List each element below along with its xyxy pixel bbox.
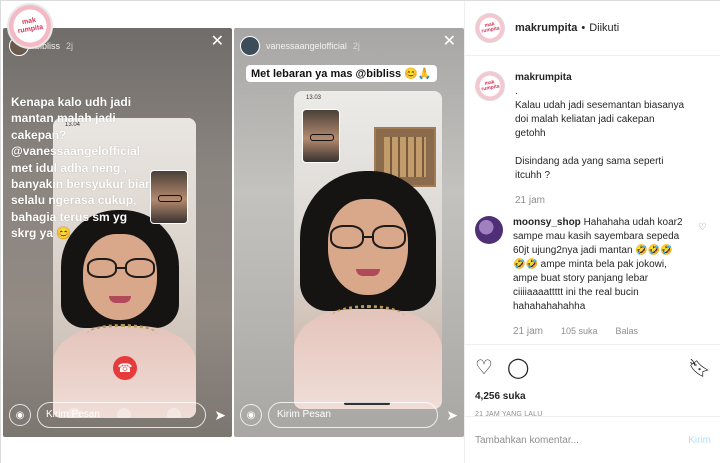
story-sticker-text: Met lebaran ya mas @bibliss 😊🙏 bbox=[246, 65, 437, 82]
reply-button[interactable]: Balas bbox=[616, 326, 639, 337]
avatar[interactable] bbox=[475, 216, 503, 244]
comment-likes[interactable]: 105 suka bbox=[561, 326, 598, 337]
comment-input[interactable] bbox=[475, 435, 689, 446]
story-header: vanessaangelofficial 2j bbox=[240, 36, 360, 56]
avatar[interactable]: mak rumpita bbox=[475, 13, 505, 43]
pip-video bbox=[150, 170, 188, 224]
avatar[interactable]: mak rumpita bbox=[475, 71, 505, 101]
close-icon: ✕ bbox=[210, 33, 224, 50]
story-reply-bar: ◉ Kirim Pesan ➤ bbox=[240, 401, 458, 429]
story-reply-field: Kirim Pesan bbox=[37, 402, 207, 428]
makrumpita-watermark-logo: mak rumpita bbox=[7, 3, 53, 49]
header-username[interactable]: makrumpita bbox=[515, 22, 577, 34]
story-username: vanessaangelofficial bbox=[266, 41, 347, 51]
story-time: 2j bbox=[352, 41, 360, 51]
comment-time[interactable]: 21 jam bbox=[513, 326, 543, 337]
caption-item: mak rumpita makrumpita . Kalau udah jadi … bbox=[475, 71, 711, 206]
caption-username[interactable]: makrumpita bbox=[515, 72, 572, 83]
send-icon: ➤ bbox=[214, 406, 226, 423]
comment-item: moonsy_shop Hahahaha udah koar2 sampe ma… bbox=[475, 216, 711, 337]
video-call-phone: 13.03 bbox=[294, 91, 442, 409]
comment-icon[interactable]: ◯ bbox=[507, 358, 529, 378]
separator-dot: • bbox=[581, 22, 586, 34]
bookmark-icon[interactable]: 🔖︎ bbox=[688, 358, 711, 379]
story-screenshot-left: bibliss 2j ✕ 13.04 ☎ Kenapa kalo udh jad… bbox=[3, 28, 232, 437]
post-sidebar: mak rumpita makrumpita • Diikuti mak rumpi… bbox=[464, 1, 720, 463]
story-caption: Kenapa kalo udh jadi mantan malah jadi c… bbox=[11, 95, 150, 241]
caption-time[interactable]: 21 jam bbox=[515, 195, 545, 206]
post-actions: ♡ ◯ 🔖︎ 4,256 suka 21 JAM YANG LALU bbox=[465, 344, 720, 418]
watermark-text: mak rumpita bbox=[17, 16, 44, 36]
likes-count[interactable]: 4,256 suka bbox=[475, 391, 711, 402]
story-reply-bar: ◉ Kirim Pesan ➤ bbox=[9, 401, 226, 429]
send-icon: ➤ bbox=[446, 406, 458, 423]
post-image[interactable]: bibliss 2j ✕ 13.04 ☎ Kenapa kalo udh jad… bbox=[1, 1, 464, 463]
story-reply-field: Kirim Pesan bbox=[268, 402, 439, 428]
story-avatar bbox=[240, 36, 260, 56]
submit-comment-button[interactable]: Kirim bbox=[688, 435, 711, 446]
pip-video bbox=[302, 109, 340, 163]
story-screenshot-right: vanessaangelofficial 2j ✕ Met lebaran ya… bbox=[234, 28, 464, 437]
follow-status-button[interactable]: Diikuti bbox=[589, 22, 619, 34]
story-time: 2j bbox=[66, 41, 74, 51]
instagram-post: bibliss 2j ✕ 13.04 ☎ Kenapa kalo udh jad… bbox=[0, 0, 720, 463]
camera-icon: ◉ bbox=[9, 404, 31, 426]
post-header: mak rumpita makrumpita • Diikuti bbox=[465, 1, 720, 56]
add-comment-bar: Kirim bbox=[465, 416, 720, 463]
camera-icon: ◉ bbox=[240, 404, 262, 426]
close-icon: ✕ bbox=[442, 33, 456, 50]
comment-text: Hahahaha udah koar2 sampe mau kasih saye… bbox=[513, 217, 683, 312]
heart-icon[interactable]: ♡ bbox=[698, 222, 707, 233]
caption-text: . Kalau udah jadi sesemantan biasanya do… bbox=[515, 86, 685, 181]
comments-list[interactable]: mak rumpita makrumpita . Kalau udah jadi … bbox=[465, 57, 720, 343]
heart-icon[interactable]: ♡ bbox=[475, 358, 493, 378]
comment-username[interactable]: moonsy_shop bbox=[513, 217, 581, 228]
end-call-icon: ☎ bbox=[113, 356, 137, 380]
